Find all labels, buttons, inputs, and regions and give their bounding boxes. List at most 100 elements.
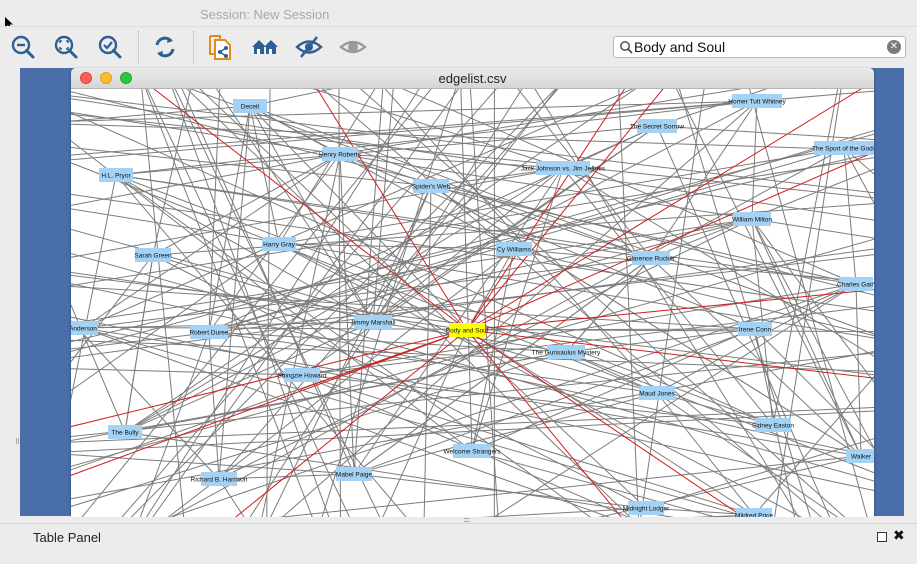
node-label: Richard B. Harrison <box>191 477 248 484</box>
search-icon <box>620 41 633 54</box>
zoom-selected-button[interactable] <box>95 32 125 62</box>
edge[interactable] <box>645 433 874 509</box>
network-node[interactable]: Robert Duree <box>189 325 229 339</box>
show-button[interactable] <box>338 32 368 62</box>
node-label: The Sport of the Gods <box>812 146 874 153</box>
toolbar-separator <box>138 31 139 63</box>
node-label: Clarence Rucker <box>627 256 676 263</box>
node-label: Welcome Strangers <box>444 449 502 456</box>
home-icon <box>252 40 278 54</box>
export-network-button[interactable] <box>205 32 235 62</box>
toolbar: ✕ <box>0 26 917 68</box>
node-label: Jack Johnson vs. Jim Jeffries <box>521 166 606 173</box>
node-label: Anderson <box>71 326 97 333</box>
search-input[interactable] <box>634 38 884 56</box>
network-node[interactable]: Sarah Green <box>134 248 172 262</box>
network-node[interactable]: Homer Tutt Whitney <box>728 94 786 108</box>
node-label: Walker <box>851 454 872 461</box>
network-node[interactable]: Harry Gray <box>262 237 296 251</box>
zoom-fit-icon <box>54 35 78 59</box>
node-label: Midnight Lodger <box>623 506 670 513</box>
selected-node[interactable]: Body and Soul <box>446 323 489 337</box>
network-node[interactable]: Henry Roberts <box>319 147 362 161</box>
network-node[interactable]: Richard B. Harrison <box>191 472 248 486</box>
network-node[interactable]: Walker <box>846 449 874 463</box>
edge[interactable] <box>471 283 857 452</box>
network-node[interactable]: Charles Gain <box>837 277 874 291</box>
network-node[interactable]: H.L. Pryor <box>99 168 133 182</box>
network-node[interactable]: Anderson <box>71 321 98 335</box>
node-label: The Bully <box>111 430 139 437</box>
network-node[interactable]: Sidney Easton <box>752 418 794 432</box>
node-label: Robert Duree <box>189 330 228 337</box>
splitter-grip[interactable] <box>464 518 470 522</box>
network-graph-canvas[interactable]: Deceit Homer Tutt Whitney The Secret Sorro… <box>71 89 874 517</box>
edge[interactable] <box>249 89 427 107</box>
network-node[interactable]: Spider's Web <box>412 179 451 193</box>
zoom-selected-icon <box>98 35 122 59</box>
edge[interactable] <box>656 125 874 141</box>
close-panel-button[interactable]: ✖ <box>893 527 905 544</box>
node-label: Body and Soul <box>446 328 489 335</box>
refresh-button[interactable] <box>150 32 180 62</box>
node-label: Sidney Easton <box>752 423 794 430</box>
edge[interactable] <box>142 89 316 517</box>
node-label: William Milton <box>732 217 772 224</box>
clear-search-icon[interactable]: ✕ <box>887 40 901 54</box>
network-window: edgelist.csv Deceit Homer Tutt Whitney The… <box>71 68 874 517</box>
toolbar-separator <box>193 31 194 63</box>
edge[interactable] <box>430 185 862 457</box>
edge[interactable] <box>529 89 805 517</box>
node-label: Deceit <box>241 104 260 111</box>
node-label: Cy Williams <box>497 247 532 254</box>
network-node[interactable]: Shingzie Howard <box>277 368 327 382</box>
table-panel: Table Panel ✖ <box>0 523 917 564</box>
zoom-out-button[interactable] <box>8 32 38 62</box>
network-node[interactable]: Mabel Paige <box>336 467 373 481</box>
search-box[interactable]: ✕ <box>613 36 906 58</box>
cytoscape-app: Session: New Session ✕ <box>0 0 917 564</box>
network-node[interactable]: The Sport of the Gods <box>812 141 874 155</box>
edge[interactable] <box>618 89 639 517</box>
node-label: The Gunsaulus Mystery <box>532 350 601 357</box>
session-title: Session: New Session <box>200 7 330 22</box>
edge[interactable] <box>115 100 758 176</box>
edge[interactable] <box>772 89 841 426</box>
node-label: Henry Roberts <box>319 152 362 159</box>
network-node[interactable]: Clarence Rucker <box>627 251 676 265</box>
node-label: H.L. Pryor <box>101 173 131 180</box>
network-node[interactable]: Maud Jones <box>639 386 675 400</box>
network-node[interactable]: Deceit <box>233 99 267 113</box>
network-window-titlebar[interactable]: edgelist.csv <box>71 68 874 89</box>
hide-button[interactable] <box>294 32 324 62</box>
node-label: Harry Gray <box>263 242 296 249</box>
network-node[interactable]: Midnight Lodger <box>623 501 670 515</box>
home-button[interactable] <box>250 32 280 62</box>
node-label: Maud Jones <box>639 391 675 398</box>
network-node[interactable]: Jimmy Marshall <box>350 315 396 329</box>
node-label: Charles Gain <box>837 282 874 289</box>
node-label: Sarah Green <box>134 253 172 260</box>
edge[interactable] <box>221 329 468 517</box>
network-node[interactable]: Mildred Price <box>735 508 773 517</box>
export-network-icon <box>209 35 231 60</box>
network-node[interactable]: The Secret Sorrow <box>630 119 684 133</box>
edge[interactable] <box>353 473 647 509</box>
network-node[interactable]: Irene Conn <box>738 322 772 336</box>
network-node[interactable]: Cy Williams <box>496 242 532 256</box>
node-label: Irene Conn <box>739 327 772 334</box>
node-label: The Secret Sorrow <box>630 124 684 131</box>
left-panel-grip[interactable] <box>16 438 19 444</box>
edge[interactable] <box>203 89 374 323</box>
node-label: Mabel Paige <box>336 472 373 479</box>
show-icon <box>339 40 367 54</box>
network-node[interactable]: The Bully <box>108 425 142 439</box>
table-panel-label: Table Panel <box>33 530 101 545</box>
zoom-out-icon <box>11 35 35 59</box>
edge[interactable] <box>140 507 647 517</box>
network-node[interactable]: The Gunsaulus Mystery <box>532 345 601 359</box>
network-window-title: edgelist.csv <box>438 71 507 86</box>
zoom-fit-button[interactable] <box>51 32 81 62</box>
network-node[interactable]: William Milton <box>732 212 772 226</box>
float-panel-button[interactable] <box>877 532 887 542</box>
